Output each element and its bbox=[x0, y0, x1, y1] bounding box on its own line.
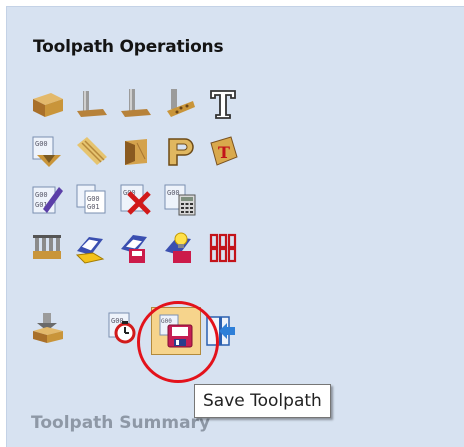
inlay-icon[interactable] bbox=[161, 85, 197, 121]
timer-icon[interactable]: G00 bbox=[105, 309, 141, 345]
layers-icon[interactable] bbox=[29, 229, 65, 265]
highlight-circle bbox=[137, 301, 219, 383]
vcarve-icon[interactable]: G00 bbox=[29, 133, 65, 169]
profile-icon[interactable] bbox=[29, 85, 65, 121]
folder-light-icon[interactable] bbox=[161, 229, 197, 265]
folder-open-icon[interactable] bbox=[73, 229, 109, 265]
project-icon[interactable] bbox=[29, 309, 65, 345]
chamfer-icon[interactable] bbox=[161, 133, 197, 169]
svg-text:G00: G00 bbox=[167, 189, 180, 197]
calculate-icon[interactable]: G00 bbox=[161, 181, 197, 217]
svg-text:G00: G00 bbox=[35, 191, 48, 199]
toolpath-template-icon[interactable]: G00 G01 bbox=[73, 181, 109, 217]
fluting-icon[interactable] bbox=[73, 133, 109, 169]
svg-text:G01: G01 bbox=[87, 203, 100, 211]
svg-text:T: T bbox=[218, 143, 230, 162]
prism-icon[interactable] bbox=[117, 133, 153, 169]
text-icon[interactable] bbox=[205, 85, 241, 121]
tooltip: Save Toolpath bbox=[194, 384, 331, 418]
svg-text:G00: G00 bbox=[35, 140, 48, 148]
engrave-icon[interactable]: T bbox=[205, 133, 241, 169]
delete-toolpath-icon[interactable]: G00 bbox=[117, 181, 153, 217]
drilling-icon[interactable] bbox=[117, 85, 153, 121]
pocket-icon[interactable] bbox=[73, 85, 109, 121]
toolpath-operations-panel: Toolpath Operations G00 T G00 G01 G00 G01 … bbox=[6, 6, 464, 447]
svg-text:G00: G00 bbox=[87, 195, 100, 203]
summary-title: Toolpath Summary bbox=[31, 413, 211, 433]
panel-title: Toolpath Operations bbox=[33, 37, 224, 57]
edit-toolpath-icon[interactable]: G00 G01 bbox=[29, 181, 65, 217]
texture-icon[interactable] bbox=[205, 229, 241, 265]
folder-save-icon[interactable] bbox=[117, 229, 153, 265]
